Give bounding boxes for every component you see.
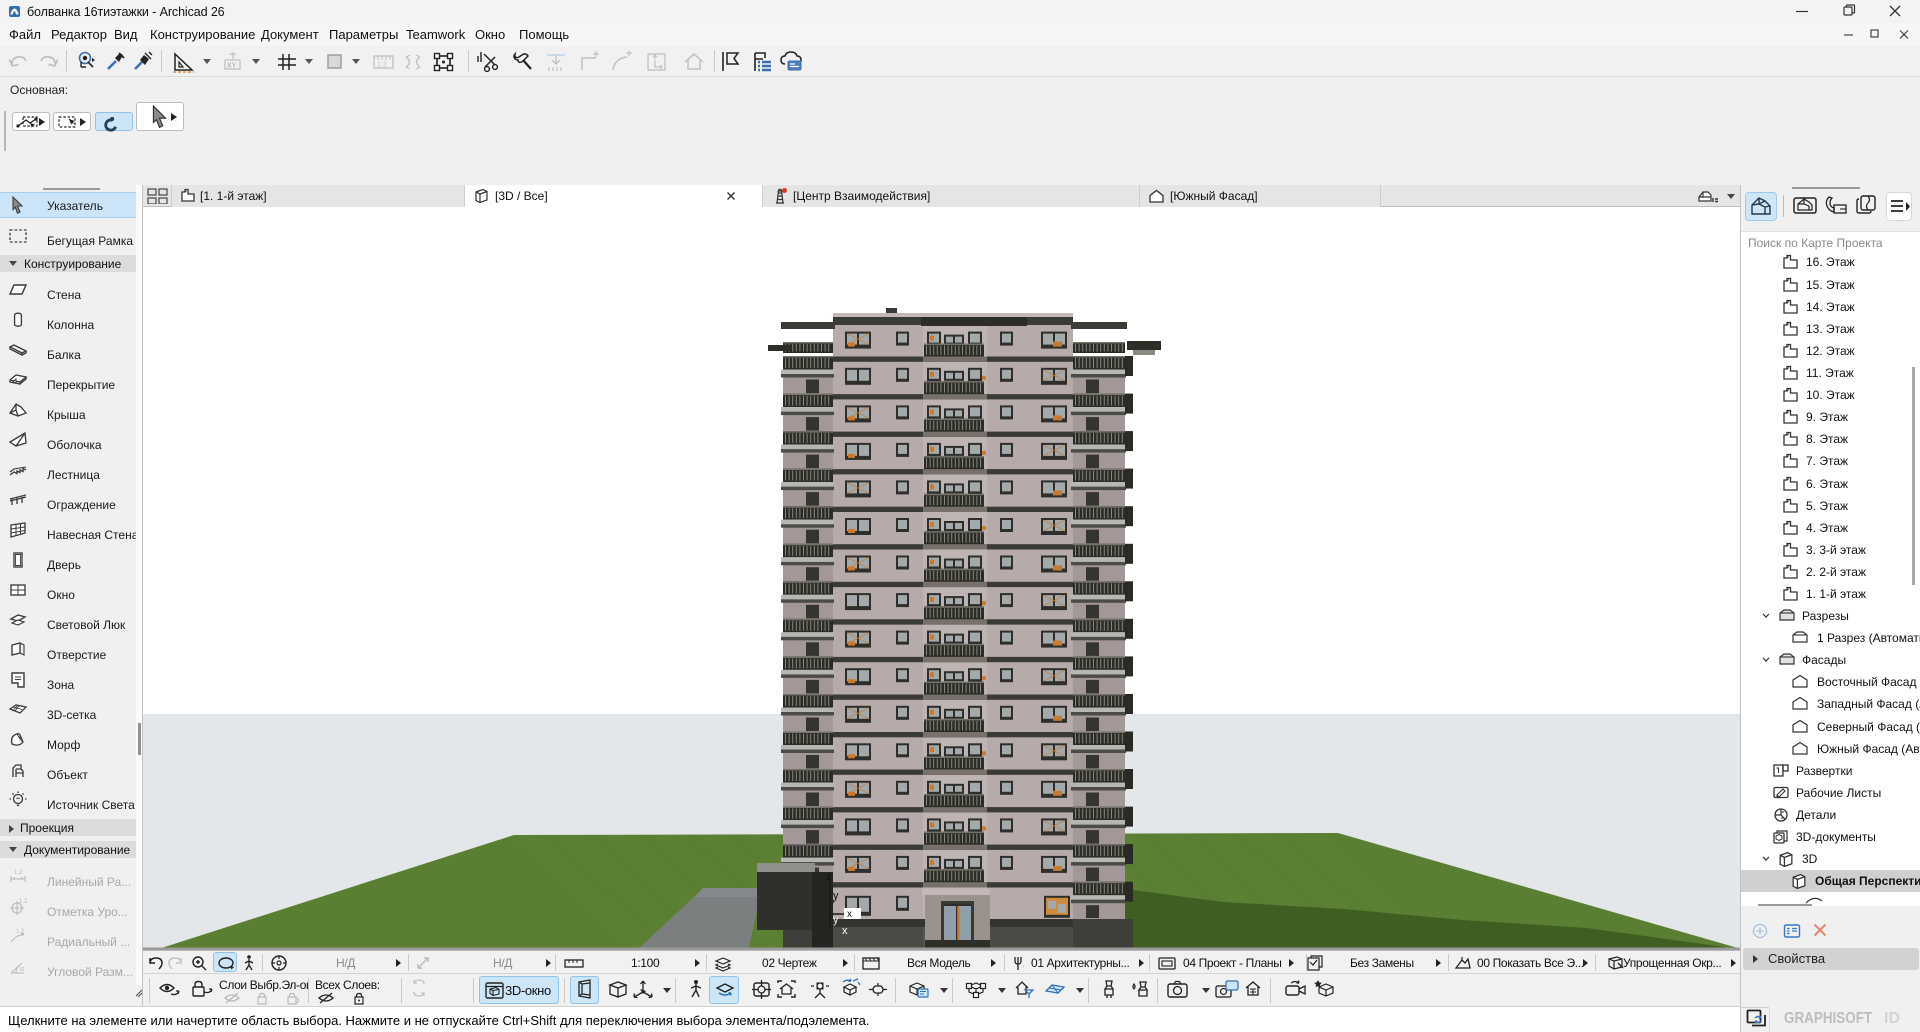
svg-text:z: z (826, 871, 832, 883)
svg-text:x: x (842, 925, 848, 937)
svg-text:1.2: 1.2 (19, 899, 28, 905)
svg-text:x: x (847, 909, 852, 920)
svg-text:1.2: 1.2 (14, 870, 23, 876)
svg-text:XY: XY (227, 63, 237, 70)
svg-text:α: α (20, 966, 24, 973)
svg-text:y: y (833, 890, 839, 902)
svg-text:y: y (833, 914, 839, 926)
svg-text:1.2: 1.2 (16, 929, 25, 935)
svg-text:1 2: 1 2 (377, 62, 387, 69)
